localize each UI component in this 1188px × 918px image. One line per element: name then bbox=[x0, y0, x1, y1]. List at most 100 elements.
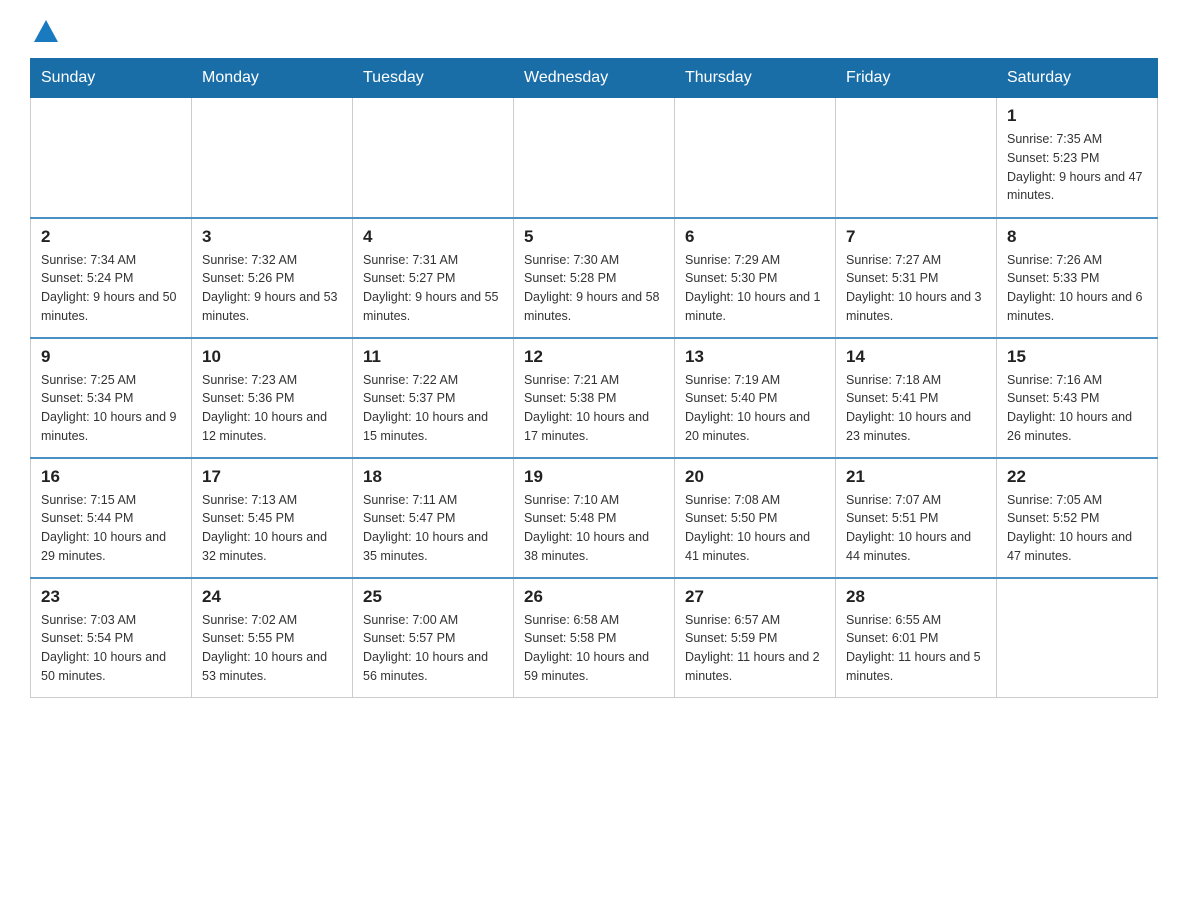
day-info: Sunrise: 7:11 AMSunset: 5:47 PMDaylight:… bbox=[363, 491, 503, 566]
calendar-cell: 10Sunrise: 7:23 AMSunset: 5:36 PMDayligh… bbox=[192, 338, 353, 458]
day-info: Sunrise: 7:08 AMSunset: 5:50 PMDaylight:… bbox=[685, 491, 825, 566]
day-number: 14 bbox=[846, 347, 986, 367]
day-info: Sunrise: 7:21 AMSunset: 5:38 PMDaylight:… bbox=[524, 371, 664, 446]
day-info: Sunrise: 7:25 AMSunset: 5:34 PMDaylight:… bbox=[41, 371, 181, 446]
week-row-4: 23 Sunrise: 7:03 AMSunset: 5:54 PMDayligh… bbox=[31, 578, 1158, 698]
week-row-1: 2 Sunrise: 7:34 AMSunset: 5:24 PMDaylight… bbox=[31, 218, 1158, 338]
day-info: Sunrise: 7:35 AMSunset: 5:23 PMDaylight:… bbox=[1007, 130, 1147, 205]
day-number: 27 bbox=[685, 587, 825, 607]
week-row-0: 1 Sunrise: 7:35 AMSunset: 5:23 PMDaylight… bbox=[31, 98, 1158, 218]
page-header bbox=[30, 20, 1158, 42]
day-number: 24 bbox=[202, 587, 342, 607]
calendar-cell: 24 Sunrise: 7:02 AMSunset: 5:55 PMDayligh… bbox=[192, 578, 353, 698]
header-row: SundayMondayTuesdayWednesdayThursdayFrid… bbox=[31, 59, 1158, 98]
day-info: Sunrise: 7:27 AMSunset: 5:31 PMDaylight:… bbox=[846, 251, 986, 326]
calendar-cell: 3 Sunrise: 7:32 AMSunset: 5:26 PMDaylight… bbox=[192, 218, 353, 338]
day-number: 23 bbox=[41, 587, 181, 607]
calendar-cell: 27 Sunrise: 6:57 AMSunset: 5:59 PMDayligh… bbox=[675, 578, 836, 698]
calendar-cell: 15Sunrise: 7:16 AMSunset: 5:43 PMDayligh… bbox=[997, 338, 1158, 458]
day-number: 22 bbox=[1007, 467, 1147, 487]
calendar-cell: 22Sunrise: 7:05 AMSunset: 5:52 PMDayligh… bbox=[997, 458, 1158, 578]
day-info: Sunrise: 7:30 AMSunset: 5:28 PMDaylight:… bbox=[524, 251, 664, 326]
day-number: 12 bbox=[524, 347, 664, 367]
calendar-cell: 14 Sunrise: 7:18 AMSunset: 5:41 PMDayligh… bbox=[836, 338, 997, 458]
calendar-cell: 7 Sunrise: 7:27 AMSunset: 5:31 PMDaylight… bbox=[836, 218, 997, 338]
calendar-cell: 12 Sunrise: 7:21 AMSunset: 5:38 PMDayligh… bbox=[514, 338, 675, 458]
day-number: 3 bbox=[202, 227, 342, 247]
day-info: Sunrise: 7:32 AMSunset: 5:26 PMDaylight:… bbox=[202, 251, 342, 326]
day-info: Sunrise: 7:26 AMSunset: 5:33 PMDaylight:… bbox=[1007, 251, 1147, 326]
calendar-cell: 9 Sunrise: 7:25 AMSunset: 5:34 PMDaylight… bbox=[31, 338, 192, 458]
day-number: 17 bbox=[202, 467, 342, 487]
day-number: 18 bbox=[363, 467, 503, 487]
day-info: Sunrise: 7:19 AMSunset: 5:40 PMDaylight:… bbox=[685, 371, 825, 446]
calendar-cell: 16 Sunrise: 7:15 AMSunset: 5:44 PMDayligh… bbox=[31, 458, 192, 578]
calendar-cell: 5 Sunrise: 7:30 AMSunset: 5:28 PMDaylight… bbox=[514, 218, 675, 338]
day-of-week-sunday: Sunday bbox=[31, 59, 192, 98]
calendar-cell: 21Sunrise: 7:07 AMSunset: 5:51 PMDayligh… bbox=[836, 458, 997, 578]
day-number: 1 bbox=[1007, 106, 1147, 126]
day-info: Sunrise: 7:18 AMSunset: 5:41 PMDaylight:… bbox=[846, 371, 986, 446]
day-info: Sunrise: 7:16 AMSunset: 5:43 PMDaylight:… bbox=[1007, 371, 1147, 446]
calendar-cell: 28 Sunrise: 6:55 AMSunset: 6:01 PMDayligh… bbox=[836, 578, 997, 698]
calendar-cell bbox=[353, 98, 514, 218]
calendar-cell: 26 Sunrise: 6:58 AMSunset: 5:58 PMDayligh… bbox=[514, 578, 675, 698]
calendar-cell: 8 Sunrise: 7:26 AMSunset: 5:33 PMDaylight… bbox=[997, 218, 1158, 338]
day-info: Sunrise: 7:07 AMSunset: 5:51 PMDaylight:… bbox=[846, 491, 986, 566]
day-info: Sunrise: 7:29 AMSunset: 5:30 PMDaylight:… bbox=[685, 251, 825, 326]
day-number: 7 bbox=[846, 227, 986, 247]
day-number: 8 bbox=[1007, 227, 1147, 247]
day-info: Sunrise: 7:10 AMSunset: 5:48 PMDaylight:… bbox=[524, 491, 664, 566]
day-info: Sunrise: 7:03 AMSunset: 5:54 PMDaylight:… bbox=[41, 611, 181, 686]
calendar-cell: 6 Sunrise: 7:29 AMSunset: 5:30 PMDaylight… bbox=[675, 218, 836, 338]
day-number: 28 bbox=[846, 587, 986, 607]
day-info: Sunrise: 7:13 AMSunset: 5:45 PMDaylight:… bbox=[202, 491, 342, 566]
calendar-cell: 11 Sunrise: 7:22 AMSunset: 5:37 PMDayligh… bbox=[353, 338, 514, 458]
day-info: Sunrise: 7:15 AMSunset: 5:44 PMDaylight:… bbox=[41, 491, 181, 566]
day-of-week-wednesday: Wednesday bbox=[514, 59, 675, 98]
calendar-cell: 2 Sunrise: 7:34 AMSunset: 5:24 PMDaylight… bbox=[31, 218, 192, 338]
day-number: 6 bbox=[685, 227, 825, 247]
calendar-cell: 19 Sunrise: 7:10 AMSunset: 5:48 PMDayligh… bbox=[514, 458, 675, 578]
day-number: 10 bbox=[202, 347, 342, 367]
day-of-week-friday: Friday bbox=[836, 59, 997, 98]
day-number: 9 bbox=[41, 347, 181, 367]
day-info: Sunrise: 6:57 AMSunset: 5:59 PMDaylight:… bbox=[685, 611, 825, 686]
calendar-cell: 4 Sunrise: 7:31 AMSunset: 5:27 PMDaylight… bbox=[353, 218, 514, 338]
day-number: 4 bbox=[363, 227, 503, 247]
day-of-week-thursday: Thursday bbox=[675, 59, 836, 98]
day-info: Sunrise: 7:22 AMSunset: 5:37 PMDaylight:… bbox=[363, 371, 503, 446]
day-number: 2 bbox=[41, 227, 181, 247]
logo-triangle-icon bbox=[34, 20, 58, 42]
day-of-week-monday: Monday bbox=[192, 59, 353, 98]
day-number: 20 bbox=[685, 467, 825, 487]
day-number: 11 bbox=[363, 347, 503, 367]
day-info: Sunrise: 7:31 AMSunset: 5:27 PMDaylight:… bbox=[363, 251, 503, 326]
calendar-cell: 1 Sunrise: 7:35 AMSunset: 5:23 PMDaylight… bbox=[997, 98, 1158, 218]
week-row-3: 16 Sunrise: 7:15 AMSunset: 5:44 PMDayligh… bbox=[31, 458, 1158, 578]
day-of-week-tuesday: Tuesday bbox=[353, 59, 514, 98]
calendar-cell bbox=[514, 98, 675, 218]
day-number: 26 bbox=[524, 587, 664, 607]
calendar-table: SundayMondayTuesdayWednesdayThursdayFrid… bbox=[30, 58, 1158, 698]
day-info: Sunrise: 6:55 AMSunset: 6:01 PMDaylight:… bbox=[846, 611, 986, 686]
calendar-cell bbox=[675, 98, 836, 218]
day-info: Sunrise: 7:34 AMSunset: 5:24 PMDaylight:… bbox=[41, 251, 181, 326]
day-number: 25 bbox=[363, 587, 503, 607]
calendar-cell bbox=[836, 98, 997, 218]
day-number: 13 bbox=[685, 347, 825, 367]
day-info: Sunrise: 7:00 AMSunset: 5:57 PMDaylight:… bbox=[363, 611, 503, 686]
day-info: Sunrise: 6:58 AMSunset: 5:58 PMDaylight:… bbox=[524, 611, 664, 686]
calendar-cell bbox=[997, 578, 1158, 698]
day-number: 19 bbox=[524, 467, 664, 487]
day-number: 5 bbox=[524, 227, 664, 247]
calendar-cell: 25 Sunrise: 7:00 AMSunset: 5:57 PMDayligh… bbox=[353, 578, 514, 698]
day-number: 16 bbox=[41, 467, 181, 487]
day-of-week-saturday: Saturday bbox=[997, 59, 1158, 98]
week-row-2: 9 Sunrise: 7:25 AMSunset: 5:34 PMDaylight… bbox=[31, 338, 1158, 458]
day-info: Sunrise: 7:02 AMSunset: 5:55 PMDaylight:… bbox=[202, 611, 342, 686]
calendar-cell: 20 Sunrise: 7:08 AMSunset: 5:50 PMDayligh… bbox=[675, 458, 836, 578]
calendar-cell: 13 Sunrise: 7:19 AMSunset: 5:40 PMDayligh… bbox=[675, 338, 836, 458]
calendar-cell: 23 Sunrise: 7:03 AMSunset: 5:54 PMDayligh… bbox=[31, 578, 192, 698]
calendar-cell bbox=[31, 98, 192, 218]
